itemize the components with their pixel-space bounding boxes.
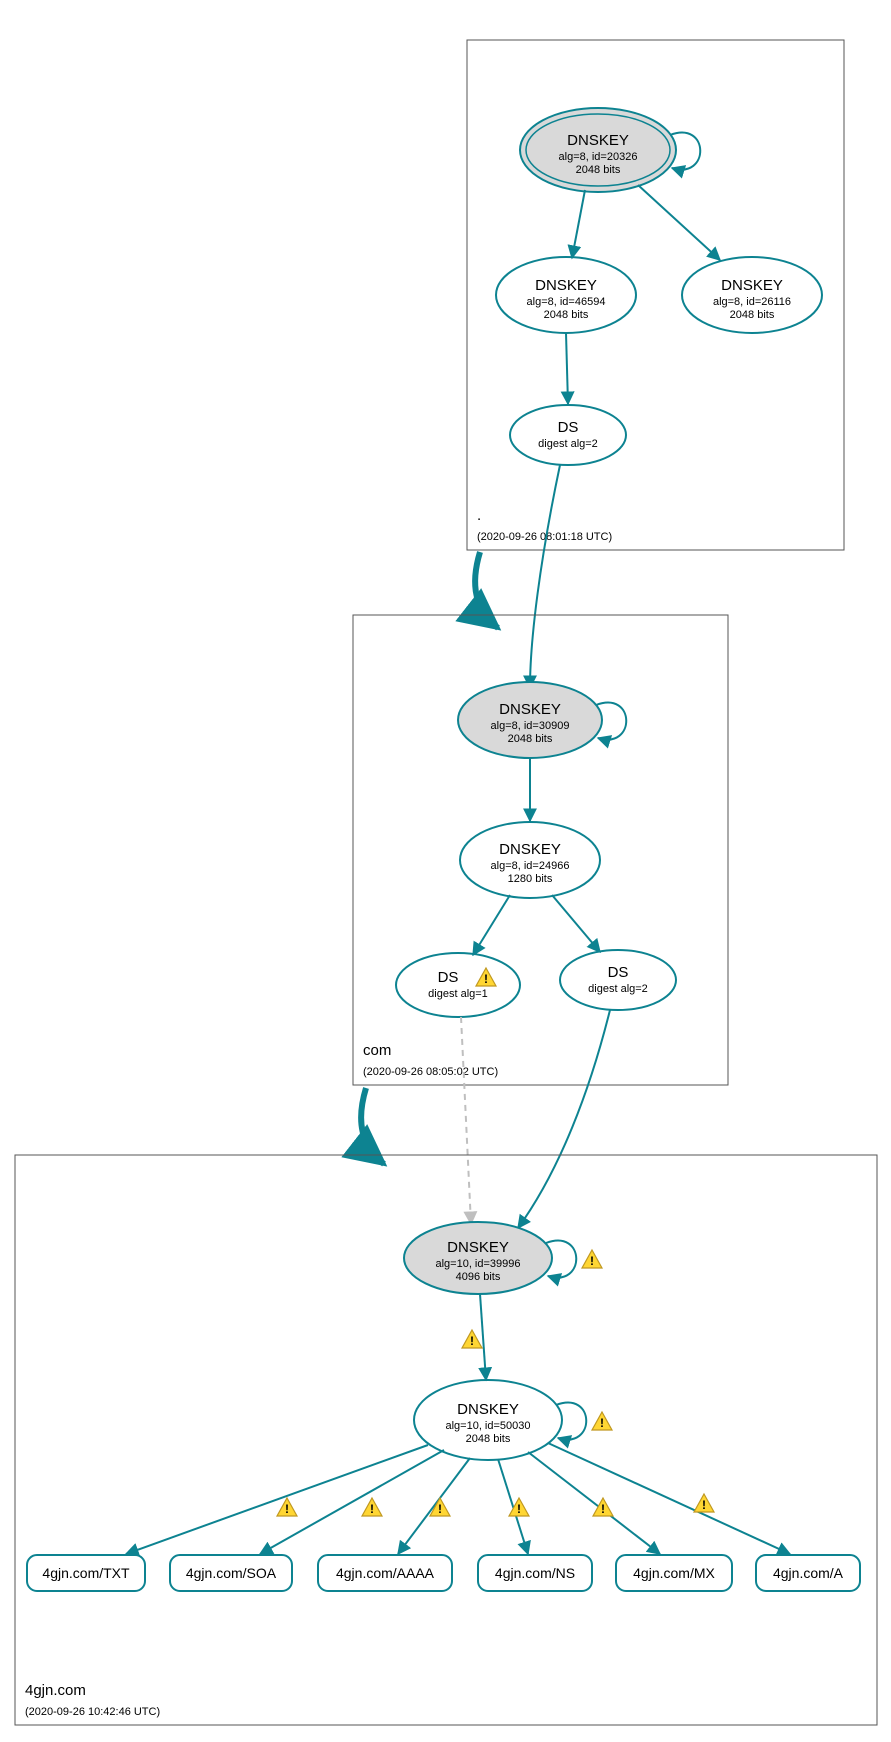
svg-text:DNSKEY: DNSKEY — [535, 277, 597, 294]
warning-icon: ! — [582, 1250, 602, 1268]
node-leaf-ksk: DNSKEY alg=10, id=39996 4096 bits — [404, 1222, 552, 1294]
edge-ds2-leafksk — [518, 1010, 610, 1228]
warning-icon: ! — [593, 1498, 613, 1516]
svg-text:2048 bits: 2048 bits — [466, 1433, 511, 1445]
edge-ds1-leafksk-dashed — [461, 1017, 471, 1224]
node-root-zsk2: DNSKEY alg=8, id=26116 2048 bits — [682, 257, 822, 333]
node-com-zsk: DNSKEY alg=8, id=24966 1280 bits — [460, 822, 600, 898]
edge-zsk-aaaa — [398, 1458, 470, 1554]
svg-text:DS: DS — [558, 419, 579, 436]
svg-text:4gjn.com/AAAA: 4gjn.com/AAAA — [336, 1565, 435, 1581]
svg-text:!: ! — [600, 1416, 604, 1430]
svg-text:alg=8, id=26116: alg=8, id=26116 — [713, 296, 791, 308]
edge-comzsk-ds1 — [473, 895, 510, 955]
node-com-ksk: DNSKEY alg=8, id=30909 2048 bits — [458, 682, 602, 758]
svg-text:!: ! — [484, 972, 488, 986]
svg-text:DNSKEY: DNSKEY — [447, 1239, 509, 1256]
edge-comzsk-ds2 — [552, 895, 600, 952]
rrset-mx: 4gjn.com/MX — [616, 1555, 732, 1591]
node-leaf-zsk: DNSKEY alg=10, id=50030 2048 bits — [414, 1380, 562, 1460]
zone-leaf: 4gjn.com (2020-09-26 10:42:46 UTC) DNSKE… — [15, 1155, 877, 1725]
svg-text:!: ! — [370, 1502, 374, 1516]
edge-rootds-comksk — [530, 465, 560, 688]
svg-text:!: ! — [470, 1334, 474, 1348]
warning-icon: ! — [277, 1498, 297, 1516]
svg-text:!: ! — [517, 1502, 521, 1516]
svg-text:4gjn.com/NS: 4gjn.com/NS — [495, 1565, 575, 1581]
svg-text:digest alg=2: digest alg=2 — [588, 983, 648, 995]
svg-text:2048 bits: 2048 bits — [730, 309, 775, 321]
rrset-ns: 4gjn.com/NS — [478, 1555, 592, 1591]
svg-text:4096 bits: 4096 bits — [456, 1271, 501, 1283]
rrset-txt: 4gjn.com/TXT — [27, 1555, 145, 1591]
edge-root-to-com-thick — [475, 552, 498, 628]
svg-text:2048 bits: 2048 bits — [576, 164, 621, 176]
rrset-a: 4gjn.com/A — [756, 1555, 860, 1591]
zone-leaf-timestamp: (2020-09-26 10:42:46 UTC) — [25, 1706, 160, 1718]
svg-text:2048 bits: 2048 bits — [544, 309, 589, 321]
warning-icon: ! — [694, 1494, 714, 1512]
zone-com: com (2020-09-26 08:05:02 UTC) DNSKEY alg… — [353, 615, 728, 1085]
svg-text:DNSKEY: DNSKEY — [567, 132, 629, 149]
svg-text:alg=10, id=50030: alg=10, id=50030 — [445, 1420, 530, 1432]
svg-text:digest alg=1: digest alg=1 — [428, 988, 488, 1000]
edge-zsk-a — [548, 1443, 790, 1554]
svg-text:!: ! — [601, 1502, 605, 1516]
zone-root-name: . — [477, 507, 481, 524]
warning-icon: ! — [462, 1330, 482, 1348]
svg-text:4gjn.com/TXT: 4gjn.com/TXT — [42, 1565, 130, 1581]
zone-root: . (2020-09-26 08:01:18 UTC) DNSKEY alg=8… — [467, 40, 844, 550]
svg-text:4gjn.com/MX: 4gjn.com/MX — [633, 1565, 715, 1581]
svg-text:alg=8, id=24966: alg=8, id=24966 — [491, 860, 570, 872]
svg-text:4gjn.com/SOA: 4gjn.com/SOA — [186, 1565, 277, 1581]
svg-text:DNSKEY: DNSKEY — [499, 841, 561, 858]
edge-leafksk-leafzsk — [480, 1294, 486, 1380]
svg-text:digest alg=2: digest alg=2 — [538, 438, 598, 450]
node-com-ds2: DS digest alg=2 — [560, 950, 676, 1010]
node-root-zsk1: DNSKEY alg=8, id=46594 2048 bits — [496, 257, 636, 333]
svg-text:2048 bits: 2048 bits — [508, 733, 553, 745]
zone-leaf-name: 4gjn.com — [25, 1682, 86, 1699]
edge-rootksk-zsk1 — [572, 190, 585, 258]
warning-icon: ! — [592, 1412, 612, 1430]
svg-text:DS: DS — [438, 969, 459, 986]
svg-text:!: ! — [590, 1254, 594, 1268]
svg-text:DNSKEY: DNSKEY — [499, 701, 561, 718]
svg-text:alg=8, id=46594: alg=8, id=46594 — [527, 296, 606, 308]
edge-zsk1-ds — [566, 333, 568, 404]
svg-text:alg=8, id=20326: alg=8, id=20326 — [559, 151, 638, 163]
svg-text:alg=8, id=30909: alg=8, id=30909 — [491, 720, 570, 732]
node-root-ds: DS digest alg=2 — [510, 405, 626, 465]
svg-text:DS: DS — [608, 964, 629, 981]
dnssec-graph: . (2020-09-26 08:01:18 UTC) DNSKEY alg=8… — [0, 0, 891, 1742]
rrset-soa: 4gjn.com/SOA — [170, 1555, 292, 1591]
svg-text:!: ! — [285, 1502, 289, 1516]
edge-com-to-leaf-thick — [361, 1088, 384, 1164]
edge-rootksk-zsk2 — [638, 185, 720, 260]
node-com-ds1: DS digest alg=1 ! — [396, 953, 520, 1017]
zone-com-name: com — [363, 1042, 391, 1059]
edge-zsk-txt — [126, 1445, 428, 1554]
warning-icon: ! — [362, 1498, 382, 1516]
svg-text:!: ! — [438, 1502, 442, 1516]
edge-zsk-mx — [528, 1452, 660, 1554]
node-root-ksk: DNSKEY alg=8, id=20326 2048 bits — [520, 108, 676, 192]
svg-text:4gjn.com/A: 4gjn.com/A — [773, 1565, 844, 1581]
rrset-aaaa: 4gjn.com/AAAA — [318, 1555, 452, 1591]
svg-text:1280 bits: 1280 bits — [508, 873, 553, 885]
svg-text:DNSKEY: DNSKEY — [721, 277, 783, 294]
svg-text:!: ! — [702, 1498, 706, 1512]
svg-text:alg=10, id=39996: alg=10, id=39996 — [435, 1258, 520, 1270]
zone-com-timestamp: (2020-09-26 08:05:02 UTC) — [363, 1066, 498, 1078]
svg-text:DNSKEY: DNSKEY — [457, 1401, 519, 1418]
